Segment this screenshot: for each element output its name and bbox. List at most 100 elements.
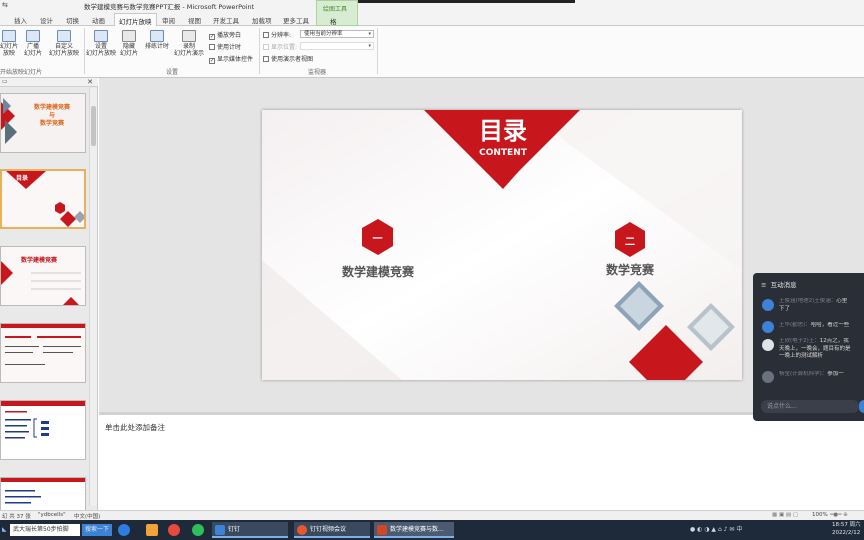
slides-panel-header: ▭ ✕ — [0, 78, 98, 87]
tab-animations[interactable]: 动画 — [92, 15, 105, 25]
record-icon — [182, 30, 196, 42]
send-button[interactable] — [859, 400, 864, 413]
slide-thumbnail-6[interactable] — [0, 477, 86, 511]
thumb-decoration — [1, 324, 85, 382]
slide-thumbnail-3[interactable]: 数学建模竞赛 — [0, 246, 86, 306]
search-box[interactable]: 武大瑞长第50步拍脚 — [10, 524, 80, 536]
tab-review[interactable]: 审阅 — [162, 15, 175, 25]
scrollbar-thumb[interactable] — [91, 106, 96, 146]
avatar — [762, 299, 774, 311]
setup-slideshow-button[interactable]: 设置 幻灯片放映 — [86, 30, 116, 57]
resolution-select[interactable]: 使用当前分辨率 ▾ — [300, 30, 374, 38]
current-slide[interactable]: 目录 CONTENT 一 数学建模竞赛 二 数学竞赛 — [262, 110, 742, 380]
record-slideshow-button[interactable]: 录制 幻灯片演示 — [172, 30, 206, 57]
slides-scrollbar[interactable] — [89, 88, 97, 506]
chat-message-2: 王华(勤思)：哈哈，看过一些 — [779, 322, 850, 328]
tab-more-tools[interactable]: 更多工具 — [283, 15, 309, 25]
tab-design[interactable]: 设计 — [40, 15, 53, 25]
quick-access-icon[interactable]: ⇆ — [2, 1, 8, 9]
chat-message-1: 王俊涵(地理2)王俊涵：心里 下了 — [779, 298, 848, 312]
tab-developer[interactable]: 开发工具 — [213, 15, 239, 25]
language-indicator[interactable]: 中文(中国) — [74, 512, 100, 520]
avatar — [762, 371, 774, 383]
folder-icon[interactable] — [146, 524, 158, 536]
notes-placeholder[interactable]: 单击此处添加备注 — [105, 422, 165, 433]
display-on-label: 显示位置: — [263, 42, 297, 51]
checkbox-icon — [263, 56, 269, 62]
play-narrations-checkbox[interactable]: ✓ 播放旁白 — [209, 30, 241, 40]
slide-thumbnail-2[interactable]: 目录 — [0, 169, 86, 229]
system-tray-icons[interactable]: ● ◐ ◑ ▲ ⌂ ♪ ✉ 中 — [690, 522, 742, 538]
interaction-message-panel: ≡ 互动消息 王俊涵(地理2)王俊涵：心里 下了 王华(勤思)：哈哈，看过一些 王… — [753, 273, 864, 421]
tab-insert[interactable]: 插入 — [14, 15, 27, 25]
drawing-tools-context: 绘图工具 格 — [316, 0, 358, 26]
hide-slide-icon — [122, 30, 136, 42]
avatar — [762, 321, 774, 333]
resolution-label: 分辨率: — [263, 30, 291, 39]
display-icon — [263, 44, 269, 50]
broadcast-button[interactable]: 广播 幻灯片 — [22, 30, 44, 57]
tab-addins[interactable]: 加载项 — [252, 15, 272, 25]
slide-subtitle: CONTENT — [479, 148, 527, 158]
monitor-icon — [263, 32, 269, 38]
tab-view[interactable]: 视图 — [188, 15, 201, 25]
theme-name: "ydbcells" — [38, 512, 66, 518]
thumb-decoration — [1, 478, 85, 510]
chat-header: ≡ 互动消息 — [761, 281, 797, 289]
separator — [84, 28, 85, 74]
thumb-title-block: 数学建模竞赛 与 数学竞赛 — [33, 104, 70, 127]
hide-slide-button[interactable]: 隐藏 幻灯片 — [118, 30, 140, 57]
chat-message-3: 王欣(电子2)王：12点之，我 天晚上，一晚会，题目有的是 一晚上的测试解析 — [779, 338, 851, 359]
taskbar: ◣ 武大瑞长第50步拍脚 搜索一下 钉钉 钉钉视频会议 数学建模竞赛与数... … — [0, 520, 864, 540]
custom-slideshow-button[interactable]: 自定义 幻灯片放映 — [46, 30, 82, 57]
slides-tab-icon[interactable]: ▭ — [2, 78, 8, 85]
notes-pane[interactable]: 单击此处添加备注 — [99, 412, 864, 510]
ribbon: 幻灯片 放映 广播 幻灯片 自定义 幻灯片放映 开始放映幻灯片 设置 幻灯片放映… — [0, 26, 864, 78]
group-start-slideshow: 开始放映幻灯片 — [0, 69, 43, 76]
thumb-title: 目录 — [16, 175, 29, 182]
taskbar-app-dingtalk[interactable]: 钉钉 — [212, 522, 288, 538]
slide-counter: 幻 共 37 张 — [2, 514, 31, 520]
menu-icon[interactable]: ≡ — [761, 281, 766, 289]
show-media-controls-checkbox[interactable]: ✓ 显示媒体控件 — [209, 54, 253, 64]
search-button[interactable]: 搜索一下 — [82, 524, 113, 536]
slide-thumbnail-4[interactable] — [0, 323, 86, 383]
group-setup: 设置 — [166, 69, 179, 76]
view-buttons[interactable]: ▦ ▣ ▤ ▢ — [772, 512, 798, 518]
separator — [377, 28, 378, 74]
taskbar-app-powerpoint[interactable]: 数学建模竞赛与数... — [374, 522, 454, 538]
zoom-slider[interactable]: ━●━ ⊕ — [830, 512, 848, 518]
clock-date[interactable]: 2022/2/12 — [832, 529, 860, 540]
slide-thumbnail-5[interactable] — [0, 400, 86, 460]
item-1-number: 一 — [372, 234, 383, 245]
edge-icon[interactable] — [118, 524, 130, 536]
slide-thumbnail-1[interactable]: 数学建模竞赛 与 数学竞赛 — [0, 93, 86, 153]
powerpoint-icon — [377, 525, 387, 535]
zoom-level[interactable]: 100% — [812, 512, 828, 518]
close-icon[interactable]: ✕ — [87, 78, 93, 86]
from-beginning-button[interactable]: 幻灯片 放映 — [0, 30, 18, 57]
tab-transitions[interactable]: 切换 — [66, 15, 79, 25]
thumb-title: 数学建模竞赛 — [21, 257, 58, 264]
tab-slideshow[interactable]: 幻灯片放映 — [114, 13, 157, 27]
wechat-icon[interactable] — [192, 524, 204, 536]
broadcast-icon — [26, 30, 40, 42]
chrome-icon[interactable] — [168, 524, 180, 536]
rehearse-icon — [150, 30, 164, 42]
display-on-select[interactable]: ▾ — [300, 42, 374, 50]
meeting-icon — [297, 525, 307, 535]
thumb-decoration — [2, 171, 84, 227]
chat-input[interactable]: 说点什么... — [761, 400, 859, 413]
slide-title: 目录 — [479, 117, 527, 145]
chevron-down-icon: ▾ — [368, 31, 371, 37]
slides-panel: ▭ ✕ 数学建模竞赛 与 数学竞赛 目录 数学建模竞赛 — [0, 78, 98, 511]
presenter-view-checkbox[interactable]: 使用演示者视图 — [263, 54, 313, 63]
ribbon-tabs: 插入 设计 切换 动画 幻灯片放映 审阅 视图 开发工具 加载项 更多工具 — [0, 13, 864, 27]
start-icon[interactable]: ◣ — [2, 522, 7, 538]
rehearse-timings-button[interactable]: 排练计时 — [143, 30, 171, 50]
taskbar-app-dingtalk-meeting[interactable]: 钉钉视频会议 — [294, 522, 370, 538]
use-timings-checkbox[interactable]: 使用计时 — [209, 42, 241, 51]
dingtalk-icon — [215, 525, 225, 535]
tab-format[interactable]: 格 — [330, 16, 337, 26]
item-2-number: 二 — [625, 237, 635, 248]
